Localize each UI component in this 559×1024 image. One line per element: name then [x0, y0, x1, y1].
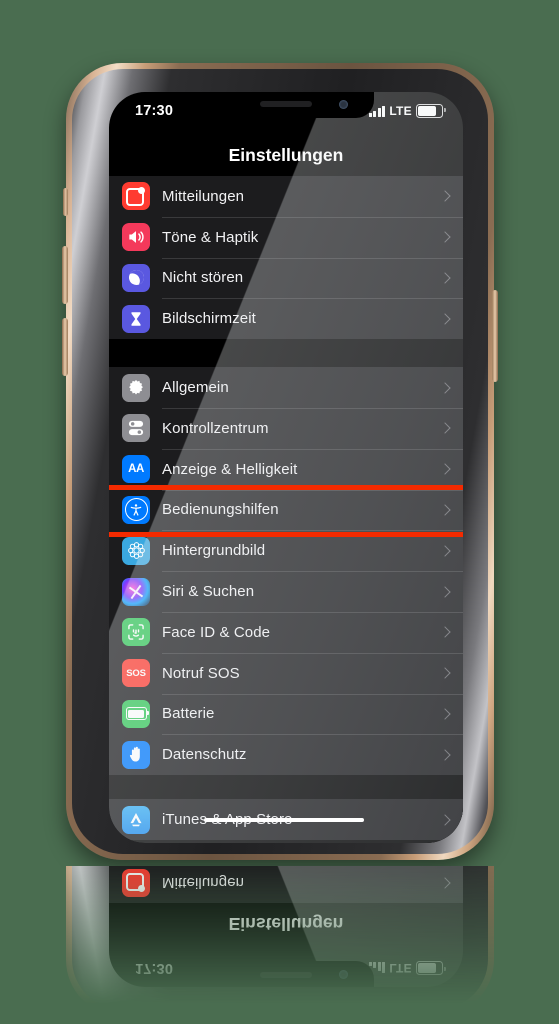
chevron-right-icon: [439, 463, 451, 475]
settings-row[interactable]: Batterie: [109, 693, 463, 735]
settings-row[interactable]: Face ID & Code: [109, 611, 463, 653]
status-time: 17:30: [135, 960, 174, 976]
control-center-icon: [122, 414, 150, 443]
wallpaper-icon: [122, 536, 150, 565]
siri-icon: [122, 577, 150, 606]
chevron-right-icon: [439, 381, 451, 394]
app-store-icon: [122, 805, 150, 834]
status-right-cluster: LTE: [368, 104, 446, 118]
settings-row: Mitteilungen: [109, 866, 463, 903]
settings-row-label: Anzeige & Helligkeit: [162, 460, 298, 478]
chevron-right-icon: [439, 876, 451, 889]
phone-bezel: 17:30 LTE Einstellungen MitteilungenTöne…: [72, 866, 488, 1010]
screenshot-canvas: 17:30 LTE Einstellungen Mitteilungen Töne…: [0, 0, 559, 1024]
chevron-right-icon: [439, 545, 451, 557]
phone-device: 17:30 LTE Einstellungen Mitteilungen Töne…: [66, 63, 494, 860]
notifications-icon: [122, 868, 150, 897]
battery-icon: [416, 104, 446, 118]
face-id-icon: [122, 618, 150, 647]
chevron-right-icon: [439, 504, 451, 516]
phone-screen: 17:30 LTE Einstellungen Mitteilungen Töne…: [109, 92, 463, 843]
settings-row[interactable]: Bedienungshilfen: [109, 489, 463, 531]
chevron-right-icon: [439, 749, 451, 761]
settings-row-label: Bildschirmzeit: [162, 310, 256, 328]
sound-haptics-icon: [122, 223, 150, 252]
settings-row[interactable]: Nicht stören: [109, 257, 463, 299]
settings-row[interactable]: Kontrollzentrum: [109, 407, 463, 449]
settings-row[interactable]: Allgemein: [109, 367, 463, 408]
settings-row-label: Kontrollzentrum: [162, 419, 269, 437]
display-brightness-icon: AA: [122, 455, 150, 484]
network-type-label: LTE: [389, 961, 412, 975]
notch: [198, 961, 374, 987]
settings-list[interactable]: Mitteilungen Töne & Haptik Nicht stören Bil…: [109, 176, 463, 843]
settings-row[interactable]: SOS Notruf SOS: [109, 652, 463, 694]
page-title: Einstellungen: [228, 914, 344, 934]
power-button[interactable]: [492, 290, 498, 382]
settings-row-label: Bedienungshilfen: [162, 501, 279, 519]
chevron-right-icon: [439, 626, 451, 639]
settings-row[interactable]: Hintergrundbild: [109, 530, 463, 572]
home-indicator: [204, 817, 364, 822]
settings-row[interactable]: Mitteilungen: [109, 176, 463, 217]
settings-row-label: Mitteilungen: [162, 874, 245, 892]
screen-time-icon: [122, 304, 150, 333]
battery-settings-icon: [122, 699, 150, 728]
chevron-right-icon: [439, 190, 451, 203]
chevron-right-icon: [439, 813, 451, 826]
settings-row-label: Allgemein: [162, 379, 229, 397]
chevron-right-icon: [439, 667, 451, 679]
settings-row[interactable]: Bildschirmzeit: [109, 298, 463, 340]
notifications-icon: [122, 182, 150, 211]
notch: [198, 92, 374, 118]
phone-screen: 17:30 LTE Einstellungen MitteilungenTöne…: [109, 866, 463, 987]
chevron-right-icon: [439, 231, 451, 243]
list-group-separator: [109, 339, 463, 368]
settings-list: MitteilungenTöne & HaptikNicht störenBil…: [109, 866, 463, 903]
chevron-right-icon: [439, 272, 451, 284]
earpiece-speaker-icon: [260, 101, 312, 107]
status-time: 17:30: [135, 103, 174, 119]
settings-row-label: Batterie: [162, 705, 215, 723]
settings-row-label: Siri & Suchen: [162, 583, 255, 601]
volume-down-button[interactable]: [62, 318, 68, 376]
accessibility-icon: [122, 495, 150, 524]
phone-reflection-copy: 17:30 LTE Einstellungen MitteilungenTöne…: [66, 866, 494, 1016]
group-notifications: MitteilungenTöne & HaptikNicht störenBil…: [109, 866, 463, 903]
settings-row-label: Hintergrundbild: [162, 542, 266, 560]
settings-row-label: Face ID & Code: [162, 623, 271, 641]
phone-bezel: 17:30 LTE Einstellungen Mitteilungen Töne…: [72, 69, 488, 854]
settings-row[interactable]: Datenschutz: [109, 734, 463, 776]
emergency-sos-icon: SOS: [122, 659, 150, 688]
front-camera-icon: [339, 970, 348, 979]
earpiece-speaker-icon: [260, 972, 312, 978]
settings-row-label: Datenschutz: [162, 746, 247, 764]
battery-icon: [416, 961, 443, 975]
settings-row[interactable]: AA Anzeige & Helligkeit: [109, 448, 463, 490]
group-system: Allgemein Kontrollzentrum AA Anzeige & Hell…: [109, 367, 463, 776]
settings-row-label: Töne & Haptik: [162, 228, 259, 246]
settings-row-label: Nicht stören: [162, 269, 244, 287]
phone-reflection: 17:30 LTE Einstellungen MitteilungenTöne…: [66, 866, 494, 1016]
gear-icon: [122, 373, 150, 402]
status-right-cluster: LTE: [368, 961, 443, 975]
privacy-hand-icon: [122, 740, 150, 769]
chevron-right-icon: [439, 708, 451, 720]
page-title: Einstellungen: [228, 145, 344, 165]
do-not-disturb-icon: [122, 263, 150, 292]
chevron-right-icon: [439, 313, 451, 325]
chevron-right-icon: [439, 422, 451, 435]
settings-row-label: Notruf SOS: [162, 664, 240, 682]
chevron-right-icon: [439, 585, 451, 598]
group-notifications: Mitteilungen Töne & Haptik Nicht stören Bil…: [109, 176, 463, 340]
volume-up-button[interactable]: [62, 246, 68, 304]
settings-row-label: Mitteilungen: [162, 187, 245, 205]
settings-row[interactable]: Töne & Haptik: [109, 216, 463, 258]
mute-switch[interactable]: [63, 188, 68, 216]
settings-row[interactable]: Siri & Suchen: [109, 571, 463, 612]
list-group-separator: [109, 775, 463, 800]
front-camera-icon: [339, 100, 348, 109]
network-type-label: LTE: [389, 104, 412, 118]
